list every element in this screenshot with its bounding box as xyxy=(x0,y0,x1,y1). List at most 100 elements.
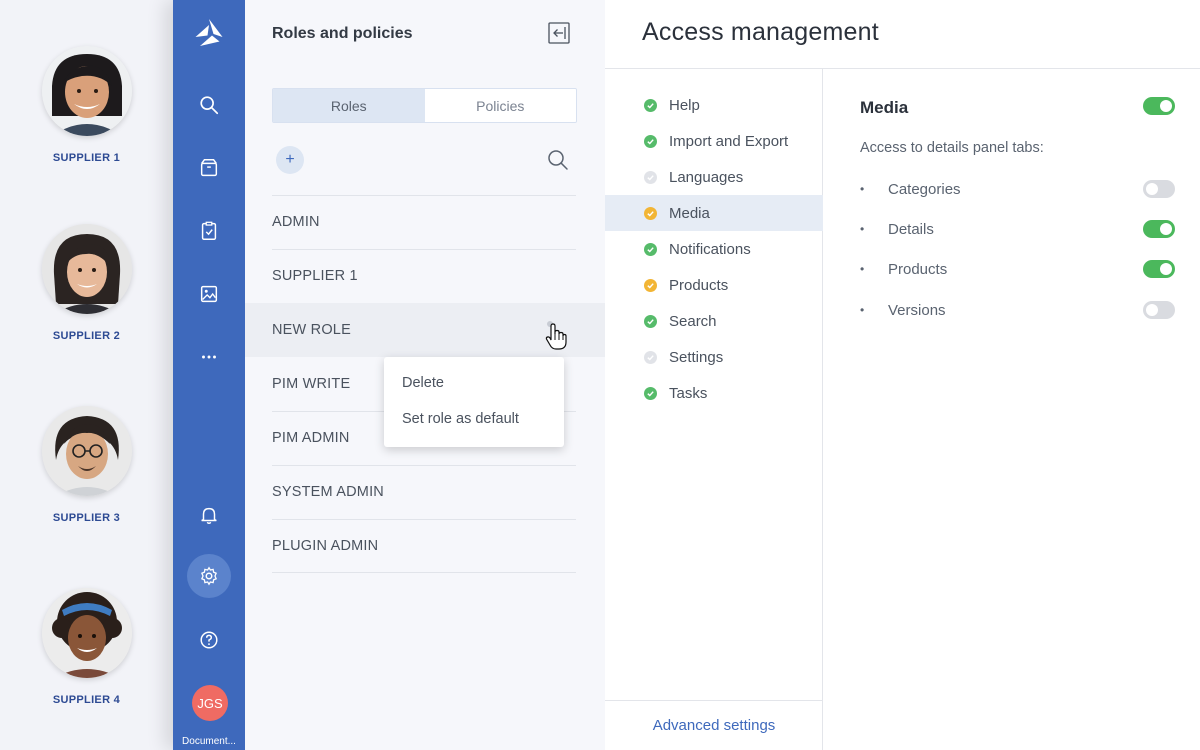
gear-icon[interactable] xyxy=(187,554,231,598)
toggle-knob xyxy=(1160,223,1172,235)
status-check-icon xyxy=(644,242,657,256)
supplier-card-1[interactable]: SUPPLIER 1 xyxy=(0,46,173,164)
tab-roles[interactable]: Roles xyxy=(273,89,425,122)
box-icon[interactable] xyxy=(187,146,231,190)
status-check-icon xyxy=(644,278,657,292)
access-header: Access management xyxy=(605,0,1200,69)
products-toggle[interactable] xyxy=(1143,260,1175,278)
status-check-icon xyxy=(644,170,657,184)
bullet: • xyxy=(860,222,865,236)
bullet: • xyxy=(860,262,865,276)
search-roles-icon[interactable] xyxy=(546,148,570,172)
categories-toggle[interactable] xyxy=(1143,180,1175,198)
module-label: Tasks xyxy=(669,384,708,402)
search-icon[interactable] xyxy=(187,83,231,127)
role-label: SYSTEM ADMIN xyxy=(272,484,384,500)
module-item-languages[interactable]: Languages xyxy=(605,159,823,195)
role-item[interactable]: SYSTEM ADMIN xyxy=(245,465,605,519)
role-item-hovered[interactable]: NEW ROLE xyxy=(245,303,605,357)
tab-policies[interactable]: Policies xyxy=(424,89,576,122)
toggle-knob xyxy=(1146,183,1158,195)
supplier-card-4[interactable]: SUPPLIER 4 xyxy=(0,588,173,706)
hand-cursor-icon xyxy=(545,323,567,350)
module-item-products[interactable]: Products xyxy=(605,267,823,303)
detail-title: Media xyxy=(860,98,909,117)
clipboard-check-icon[interactable] xyxy=(187,209,231,253)
status-check-icon xyxy=(644,314,657,328)
permission-row-versions: • Versions xyxy=(860,298,1176,322)
role-label: PLUGIN ADMIN xyxy=(272,538,379,554)
status-check-icon xyxy=(644,386,657,400)
user-caption: Document... xyxy=(182,736,236,747)
module-label: Products xyxy=(669,276,729,294)
permission-label: Products xyxy=(888,260,948,278)
details-toggle[interactable] xyxy=(1143,220,1175,238)
supplier-label: SUPPLIER 2 xyxy=(52,330,121,342)
module-item-media[interactable]: Media xyxy=(605,195,823,231)
advanced-settings-link[interactable]: Advanced settings xyxy=(605,700,823,750)
bullet: • xyxy=(860,303,865,317)
add-role-button[interactable]: + xyxy=(276,146,304,174)
role-label: PIM WRITE xyxy=(272,376,351,392)
module-label: Notifications xyxy=(669,240,751,258)
toggle-knob xyxy=(1160,100,1172,112)
user-avatar[interactable]: JGS xyxy=(192,685,228,721)
menu-item-delete[interactable]: Delete xyxy=(384,365,564,401)
versions-toggle[interactable] xyxy=(1143,301,1175,319)
module-item-import-export[interactable]: Import and Export xyxy=(605,123,823,159)
module-item-search[interactable]: Search xyxy=(605,303,823,339)
role-item[interactable]: ADMIN xyxy=(245,195,605,249)
bullet: • xyxy=(860,182,865,196)
module-item-tasks[interactable]: Tasks xyxy=(605,375,823,411)
role-item[interactable]: PLUGIN ADMIN xyxy=(245,519,605,573)
permission-row-categories: • Categories xyxy=(860,177,1176,201)
module-detail: Media Access to details panel tabs: • Ca… xyxy=(824,69,1200,750)
role-label: ADMIN xyxy=(272,214,320,230)
permission-label: Details xyxy=(888,220,934,238)
supplier-avatar xyxy=(41,406,132,496)
module-label: Settings xyxy=(669,348,724,366)
access-management: Access management Help Import and Export… xyxy=(605,0,1200,750)
more-icon[interactable] xyxy=(187,335,231,379)
module-item-settings[interactable]: Settings xyxy=(605,339,823,375)
supplier-strip: SUPPLIER 1 SUPPLIER 2 SUPPLIER 3 SUPPLIE… xyxy=(0,0,173,750)
roles-policies-tabs: Roles Policies xyxy=(272,88,577,123)
menu-item-set-default[interactable]: Set role as default xyxy=(384,401,564,437)
collapse-panel-icon[interactable] xyxy=(548,22,570,44)
toggle-knob xyxy=(1146,304,1158,316)
module-label: Search xyxy=(669,312,717,330)
module-item-help[interactable]: Help xyxy=(605,87,823,123)
status-check-icon xyxy=(644,98,657,112)
role-label: NEW ROLE xyxy=(272,322,351,338)
role-label: SUPPLIER 1 xyxy=(272,268,358,284)
module-item-notifications[interactable]: Notifications xyxy=(605,231,823,267)
image-icon[interactable] xyxy=(187,272,231,316)
permission-row-details: • Details xyxy=(860,217,1176,241)
supplier-card-2[interactable]: SUPPLIER 2 xyxy=(0,224,173,342)
module-list: Help Import and Export Languages Media N… xyxy=(605,69,823,750)
status-check-icon xyxy=(644,134,657,148)
nav-rail: JGS Document... xyxy=(173,0,245,750)
detail-subtitle: Access to details panel tabs: xyxy=(860,140,1044,156)
supplier-avatar xyxy=(41,46,132,136)
supplier-label: SUPPLIER 1 xyxy=(52,152,121,164)
module-label: Help xyxy=(669,96,700,114)
module-label: Media xyxy=(669,204,710,222)
bell-icon[interactable] xyxy=(187,493,231,537)
supplier-label: SUPPLIER 4 xyxy=(52,694,121,706)
role-context-menu: Delete Set role as default xyxy=(384,357,564,447)
help-icon[interactable] xyxy=(187,618,231,662)
supplier-card-3[interactable]: SUPPLIER 3 xyxy=(0,406,173,524)
supplier-avatar xyxy=(41,224,132,314)
media-enabled-toggle[interactable] xyxy=(1143,97,1175,115)
role-item[interactable]: SUPPLIER 1 xyxy=(245,249,605,303)
page-title: Access management xyxy=(642,18,879,46)
supplier-avatar xyxy=(41,588,132,678)
status-check-icon xyxy=(644,206,657,220)
module-label: Import and Export xyxy=(669,132,789,150)
toggle-knob xyxy=(1160,263,1172,275)
role-label: PIM ADMIN xyxy=(272,430,350,446)
logo-icon[interactable] xyxy=(187,12,231,56)
status-check-icon xyxy=(644,350,657,364)
module-label: Languages xyxy=(669,168,744,186)
